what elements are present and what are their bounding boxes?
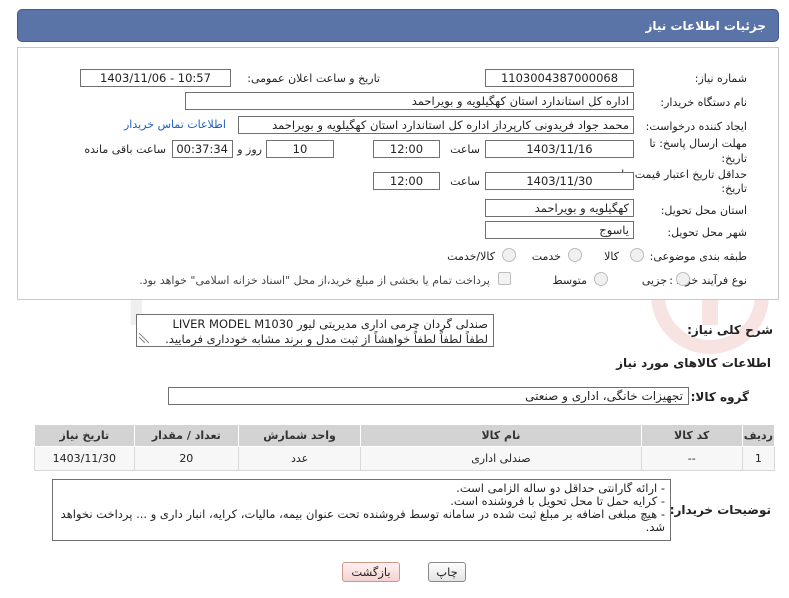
deadline-time-field[interactable]: 12:00 [373,140,440,158]
page-title: جزئیات اطلاعات نیاز [645,19,766,33]
remaining-time-field[interactable]: 00:37:34 [172,140,233,158]
print-button[interactable]: چاپ [428,562,466,582]
contact-buyer-link[interactable]: اطلاعات تماس خریدار [124,118,226,131]
col-row-number: ردیف [741,424,776,447]
province-field[interactable]: کهگیلویه و بویراحمد [485,199,634,217]
treasury-payment-note: پرداخت تمام یا بخشی از مبلغ خرید،از محل … [139,274,490,287]
deadline-label: مهلت ارسال پاسخ: تا [649,137,747,150]
validity-date-field[interactable]: 1403/11/30 [485,172,634,190]
days-label: روز و [237,143,262,156]
deadline-date-field[interactable]: 1403/11/16 [485,140,634,158]
table-row[interactable]: 1 -- صندلی اداری عدد 20 1403/11/30 [34,446,776,471]
treasury-payment-checkbox[interactable] [498,272,511,285]
cell-quantity: 20 [133,446,239,471]
process-medium-radio[interactable] [594,272,608,286]
validity-label-date: تاریخ: [721,182,747,195]
category-goods-label: کالا [604,250,619,263]
buyer-note-line-3: - هیچ مبلغی اضافه بر مبلغ ثبت شده در سام… [60,507,665,534]
buyer-org-label: نام دستگاه خریدار: [660,96,747,109]
validity-time-label: ساعت [450,175,480,188]
back-button[interactable]: بازگشت [342,562,400,582]
col-unit: واحد شمارش [237,424,362,447]
cell-goods-code: -- [640,446,743,471]
city-label: شهر محل تحویل: [667,226,747,239]
category-goods-radio[interactable] [630,248,644,262]
cell-need-date: 1403/11/30 [34,446,135,471]
remaining-time-label: ساعت باقی مانده [84,143,166,156]
category-goods-service-radio[interactable] [502,248,516,262]
province-label: استان محل تحویل: [660,204,747,217]
deadline-time-label: ساعت [450,143,480,156]
announce-field[interactable]: 1403/11/06 - 10:57 [80,69,231,87]
process-medium-label: متوسط [552,274,587,287]
process-minor-label: جزیی [641,274,667,287]
goods-group-field[interactable]: تجهیزات خانگی، اداری و صنعتی [168,387,689,405]
buyer-org-field[interactable]: اداره کل استاندارد استان کهگیلویه و بویر… [185,92,634,110]
col-goods-name: نام کالا [360,424,642,447]
category-service-label: خدمت [531,250,561,263]
description-label: شرح کلی نیاز: [687,323,773,337]
description-line-1: صندلی گردان چرمی اداری مدیریتی لیور LIVE… [172,317,488,331]
resize-grip-icon[interactable] [139,333,149,343]
description-field[interactable]: صندلی گردان چرمی اداری مدیریتی لیور LIVE… [136,314,494,347]
validity-time-field[interactable]: 12:00 [373,172,440,190]
creator-label: ایجاد کننده درخواست: [645,120,747,133]
col-need-date: تاریخ نیاز [34,424,135,447]
category-service-radio[interactable] [568,248,582,262]
col-goods-code: کد کالا [640,424,743,447]
cell-row-number: 1 [741,446,776,471]
goods-table-header: ردیف کد کالا نام کالا واحد شمارش تعداد /… [34,424,776,447]
category-goods-service-label: کالا/خدمت [447,250,495,263]
process-minor-radio[interactable] [676,272,690,286]
goods-table: ردیف کد کالا نام کالا واحد شمارش تعداد /… [34,424,776,471]
goods-section-title: اطلاعات کالاهای مورد نیاز [616,356,771,370]
deadline-label-date: تاریخ: [721,152,747,165]
description-line-2: لطفاً لطفاً لطفاً خواهشاً از ثبت مدل و ب… [165,332,488,346]
page-header: جزئیات اطلاعات نیاز [17,9,779,42]
cell-unit: عدد [237,446,362,471]
creator-field[interactable]: محمد جواد فریدونی کارپرداز اداره کل استا… [238,116,634,134]
goods-group-label: گروه کالا: [690,390,749,404]
validity-label: حداقل تاریخ اعتبار قیمت: تا [621,168,747,181]
buyer-notes-field[interactable]: - ارائه گارانتی حداقل دو ساله الزامی است… [52,479,671,541]
announce-label: تاریخ و ساعت اعلان عمومی: [247,72,380,85]
days-remaining-field[interactable]: 10 [266,140,334,158]
need-number-label: شماره نیاز: [694,72,747,85]
cell-goods-name: صندلی اداری [360,446,642,471]
category-label: طبقه بندی موضوعی: [649,250,747,263]
buyer-notes-label: توضیحات خریدار: [669,503,771,517]
city-field[interactable]: یاسوج [485,221,634,239]
col-quantity: تعداد / مقدار [133,424,239,447]
need-number-field[interactable]: 1103004387000068 [485,69,634,87]
